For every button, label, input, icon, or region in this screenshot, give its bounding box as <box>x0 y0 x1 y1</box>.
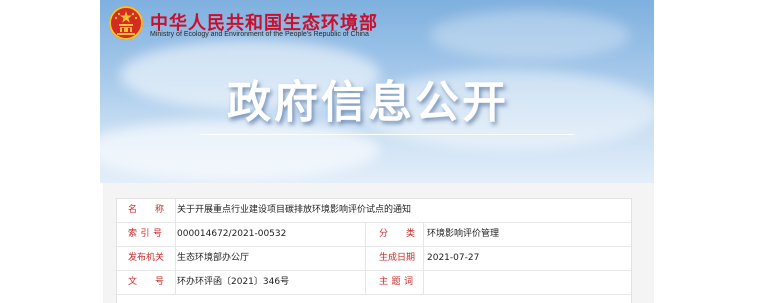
category-label: 分 类 <box>379 229 416 239</box>
index-label: 索 引 号 <box>128 229 162 239</box>
document-info-table: 名 称 关于开展重点行业建设项目碳排放环境影响评价试点的通知 索 引 号 000… <box>116 198 632 303</box>
subject-label: 主 题 词 <box>379 277 413 287</box>
table-row-issuer: 发布机关 生态环境部办公厅 生成日期 2021-07-27 <box>117 247 631 271</box>
docno-label: 文 号 <box>128 277 165 287</box>
page-title: 政府信息公开 <box>227 77 509 128</box>
cloud-decoration <box>430 10 630 60</box>
index-value: 000014672/2021-00532 <box>177 229 287 239</box>
issuer-value: 生态环境部办公厅 <box>177 253 250 263</box>
title-divider <box>200 134 574 135</box>
national-emblem-icon[interactable] <box>108 5 144 41</box>
name-label: 名 称 <box>128 205 165 215</box>
issuer-label: 发布机关 <box>128 253 165 263</box>
category-value: 环境影响评价管理 <box>427 229 500 239</box>
table-row-name: 名 称 关于开展重点行业建设项目碳排放环境影响评价试点的通知 <box>117 199 631 223</box>
name-value: 关于开展重点行业建设项目碳排放环境影响评价试点的通知 <box>177 205 412 215</box>
table-row-docno: 文 号 环办环评函〔2021〕346号 主 题 词 <box>117 271 631 295</box>
date-value: 2021-07-27 <box>427 253 480 263</box>
docno-value: 环办环评函〔2021〕346号 <box>177 277 290 287</box>
date-label: 生成日期 <box>379 253 416 263</box>
org-name-english: Ministry of Ecology and Environment of t… <box>150 31 369 38</box>
table-row-index: 索 引 号 000014672/2021-00532 分 类 环境影响评价管理 <box>117 223 631 247</box>
